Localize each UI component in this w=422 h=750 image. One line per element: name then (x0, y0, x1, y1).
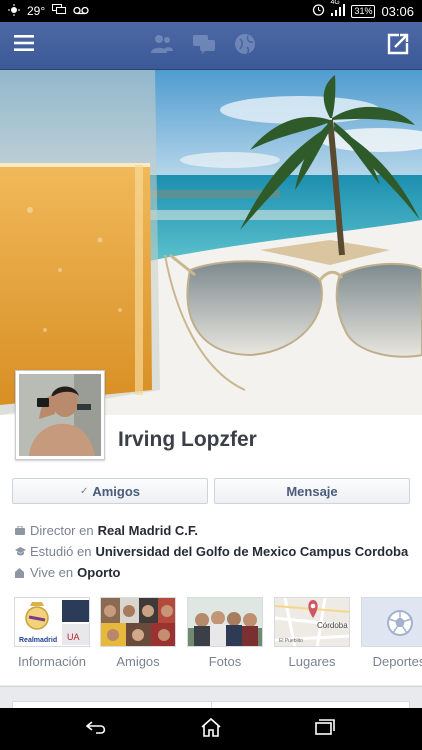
briefcase-icon (15, 526, 30, 535)
work-value[interactable]: Real Madrid C.F. (98, 523, 198, 538)
tile-photos[interactable]: Fotos (187, 597, 263, 669)
location-row: Vive en Oporto (15, 562, 415, 583)
header-notifications (150, 22, 256, 70)
friends-thumbnail (100, 597, 176, 647)
sports-thumbnail (361, 597, 422, 647)
tile-friends-label: Amigos (116, 654, 160, 669)
work-row: Director en Real Madrid C.F. (15, 520, 415, 541)
network-type: 4G (330, 0, 340, 6)
status-bar: 29° 4G 31% 03:06 (0, 0, 422, 22)
photos-thumbnail (187, 597, 263, 647)
alarm-icon (312, 3, 325, 19)
home-icon (15, 567, 30, 578)
location-value[interactable]: Oporto (77, 565, 120, 580)
tile-info[interactable]: UA Realmadrid Información (14, 597, 90, 669)
message-button-label: Mensaje (286, 483, 338, 499)
voicemail-icon (73, 4, 89, 18)
education-value[interactable]: Universidad del Golfo de Mexico Campus C… (95, 544, 408, 559)
back-arrow-icon (85, 720, 108, 739)
tile-friends[interactable]: Amigos (100, 597, 176, 669)
navigation-bar (0, 708, 422, 750)
work-label: Director en (30, 523, 94, 538)
tile-photos-label: Fotos (208, 654, 242, 669)
tile-sports[interactable]: Deportes (361, 597, 422, 669)
status-right: 4G 31% 03:06 (312, 0, 414, 19)
share-button[interactable] (374, 22, 422, 70)
svg-text:UA: UA (67, 632, 80, 642)
menu-button[interactable] (0, 22, 48, 70)
graduation-cap-icon (15, 547, 30, 556)
home-button[interactable] (181, 708, 241, 750)
profile-tiles: UA Realmadrid Información Amigos Fotos C… (14, 597, 422, 677)
places-map-thumbnail: Córdoba El Pueblito (274, 597, 350, 647)
sun-weather-icon (8, 3, 20, 19)
battery-indicator: 31% (351, 4, 376, 18)
compose-arrow-icon (387, 33, 409, 60)
cover-photo[interactable] (0, 70, 422, 415)
checkmark-icon: ✓ (79, 485, 89, 497)
education-label: Estudió en (30, 544, 92, 559)
message-button[interactable]: Mensaje (214, 478, 410, 504)
profile-name: Irving Lopzfer (118, 428, 257, 451)
profile-picture[interactable] (15, 370, 105, 460)
signal-icon: 4G (330, 0, 346, 19)
friends-button[interactable]: ✓ Amigos (12, 478, 208, 504)
messages-icon[interactable] (192, 34, 216, 59)
back-button[interactable] (67, 708, 127, 750)
location-label: Vive en (30, 565, 74, 580)
facebook-profile-screen: 29° 4G 31% 03:06 Irving Lopzfer ✓ Amigos… (0, 0, 422, 750)
cover-photo-image (0, 70, 422, 415)
tile-places-label: Lugares (288, 654, 336, 669)
realmadrid-logo-text: Realmadrid (19, 637, 57, 644)
friends-button-label: Amigos (92, 483, 141, 499)
next-card-preview (0, 686, 422, 712)
friend-requests-icon[interactable] (150, 34, 174, 59)
temperature: 29° (27, 4, 46, 18)
profile-picture-image (19, 374, 101, 456)
status-left: 29° (8, 3, 89, 19)
clock: 03:06 (381, 3, 414, 19)
chat-notification-icon (52, 4, 67, 18)
map-city-label: Córdoba (317, 621, 348, 630)
info-thumbnail: UA Realmadrid (14, 597, 90, 647)
recent-apps-button[interactable] (295, 708, 355, 750)
app-header (0, 22, 422, 70)
education-row: Estudió en Universidad del Golfo de Mexi… (15, 541, 415, 562)
recent-apps-icon (315, 718, 335, 740)
map-place-label: El Pueblito (279, 638, 303, 644)
globe-notifications-icon[interactable] (234, 33, 256, 60)
home-nav-icon (200, 717, 222, 742)
profile-details: Director en Real Madrid C.F. Estudió en … (15, 520, 415, 583)
tile-sports-label: Deportes (372, 654, 422, 669)
tile-places[interactable]: Córdoba El Pueblito Lugares (274, 597, 350, 669)
tile-info-label: Información (18, 654, 86, 669)
hamburger-menu-icon (14, 35, 34, 56)
